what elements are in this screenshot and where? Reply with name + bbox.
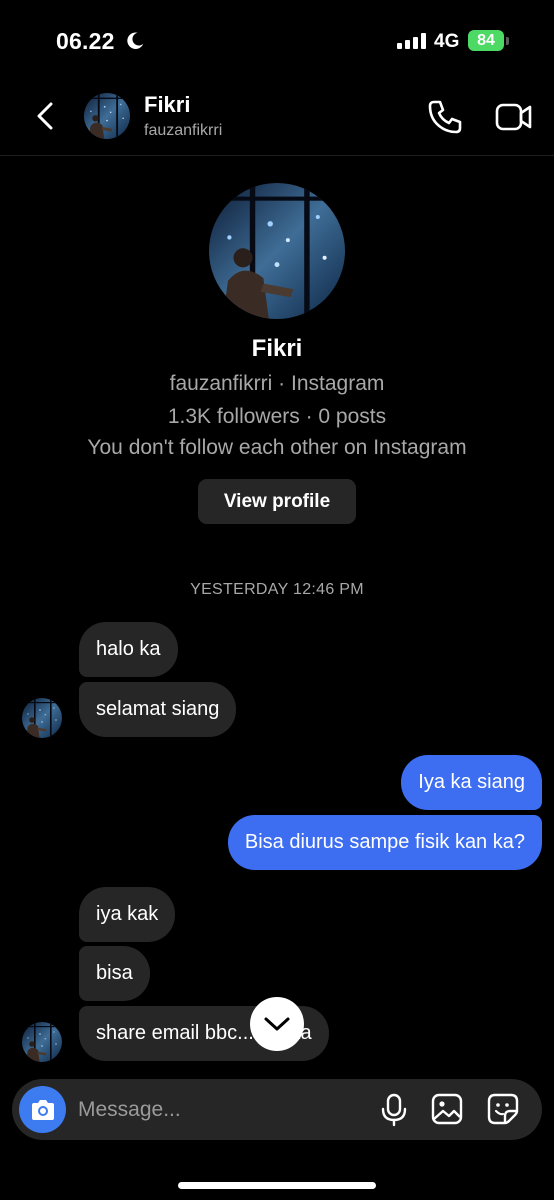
view-profile-button[interactable]: View profile [198, 479, 356, 524]
profile-name: Fikri [251, 335, 303, 362]
message-incoming[interactable]: iya kak [79, 887, 176, 942]
message-outgoing[interactable]: Bisa diurus sampe fisik kan ka? [227, 815, 542, 870]
header-name[interactable]: Fikri [144, 92, 190, 118]
moon-icon [127, 32, 144, 49]
camera-button[interactable] [19, 1086, 66, 1133]
sticker-icon[interactable] [486, 1092, 520, 1126]
video-icon[interactable] [494, 99, 534, 135]
camera-icon [31, 1099, 54, 1120]
profile-username-line: fauzanfikrri · Instagram [169, 372, 385, 395]
profile-stats-line: 1.3K followers · 0 posts [167, 405, 387, 428]
phone-icon[interactable] [425, 97, 465, 137]
message-incoming[interactable]: bisa [79, 946, 150, 1001]
sender-avatar[interactable] [22, 698, 62, 738]
header-avatar[interactable] [84, 93, 130, 139]
status-bar: 06.22 4G 84 [0, 0, 554, 80]
message-input[interactable] [78, 1079, 368, 1140]
chat-header: Fikri fauzanfikrri [0, 80, 554, 156]
battery-indicator: 84 [468, 30, 509, 51]
profile-follow-status: You don't follow each other on Instagram [87, 436, 467, 459]
status-time: 06.22 [56, 28, 115, 54]
message-composer [12, 1079, 542, 1140]
sender-avatar[interactable] [22, 1022, 62, 1062]
message-incoming[interactable]: selamat siang [79, 682, 237, 737]
chevron-down-icon [264, 1017, 290, 1031]
chat-timestamp: YESTERDAY 12:46 PM [190, 581, 364, 598]
signal-icon [397, 33, 426, 49]
back-icon[interactable] [30, 96, 60, 136]
profile-avatar[interactable] [209, 183, 345, 319]
scroll-to-bottom-button[interactable] [250, 997, 304, 1051]
home-indicator [178, 1182, 376, 1189]
message-outgoing[interactable]: Iya ka siang [401, 755, 542, 810]
network-type: 4G [434, 31, 460, 52]
message-incoming[interactable]: halo ka [79, 622, 178, 677]
mic-icon[interactable] [378, 1093, 410, 1127]
header-username[interactable]: fauzanfikrri [144, 122, 222, 140]
gallery-icon[interactable] [430, 1092, 464, 1126]
